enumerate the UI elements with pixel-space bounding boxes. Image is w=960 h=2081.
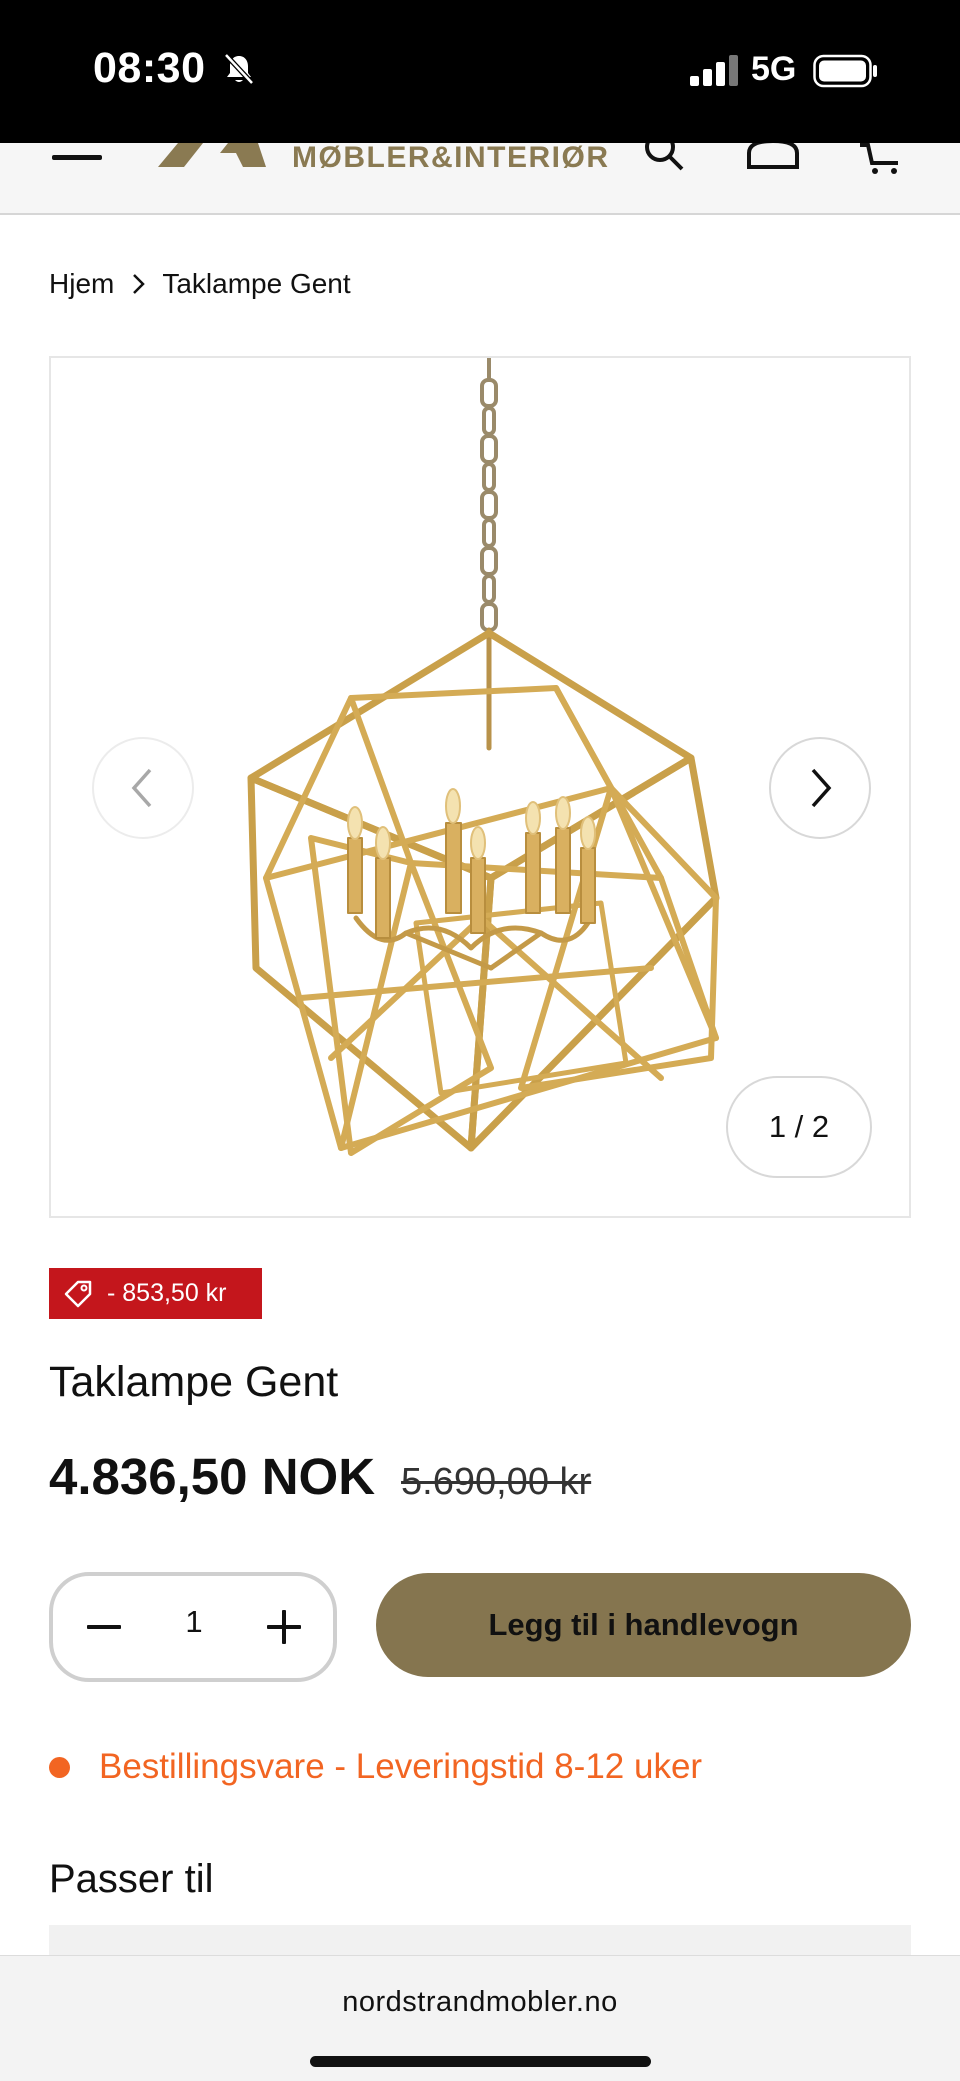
price-tag-icon	[64, 1280, 92, 1307]
breadcrumb-current: Taklampe Gent	[162, 268, 351, 299]
discount-amount: - 853,50 kr	[107, 1279, 227, 1307]
logo-icon[interactable]	[158, 143, 268, 173]
gallery-prev-button[interactable]	[92, 737, 194, 839]
add-to-cart-button[interactable]: Legg til i handlevogn	[376, 1573, 911, 1677]
sale-price: 4.836,50 NOK	[49, 1448, 376, 1505]
compare-price: 5.690,00 kr	[401, 1461, 592, 1503]
signal-icon	[690, 55, 738, 86]
quantity-stepper[interactable]: 1	[49, 1572, 337, 1682]
status-time: 08:30	[93, 44, 206, 92]
quantity-value[interactable]: 1	[169, 1604, 219, 1640]
bell-muted-icon	[224, 53, 254, 85]
brand-name[interactable]: MØBLER&INTERIØR	[292, 143, 610, 175]
price-row: 4.836,50 NOK 5.690,00 kr	[49, 1447, 591, 1506]
plus-icon[interactable]	[259, 1602, 309, 1652]
fits-with-heading: Passer til	[49, 1857, 214, 1901]
account-icon[interactable]	[745, 143, 801, 169]
site-header: MØBLER&INTERIØR	[0, 143, 960, 215]
breadcrumb-home[interactable]: Hjem	[49, 268, 114, 300]
cart-icon[interactable]	[858, 143, 904, 175]
fits-with-panel	[49, 1925, 911, 1955]
stock-status: Bestillingsvare - Leveringstid 8-12 uker	[49, 1747, 702, 1787]
search-icon[interactable]	[640, 143, 692, 171]
gallery-next-button[interactable]	[769, 737, 871, 839]
discount-badge: - 853,50 kr	[49, 1268, 262, 1319]
status-bar: 08:30 5G	[0, 0, 960, 143]
stock-status-text: Bestillingsvare - Leveringstid 8-12 uker	[99, 1747, 703, 1786]
network-label: 5G	[751, 50, 797, 88]
battery-icon	[813, 54, 877, 88]
product-gallery[interactable]: 1 / 2	[49, 356, 911, 1218]
browser-address-bar[interactable]: nordstrandmobler.no	[0, 1955, 960, 2081]
url-text[interactable]: nordstrandmobler.no	[0, 1986, 960, 2019]
home-indicator[interactable]	[310, 2056, 651, 2067]
minus-icon[interactable]	[79, 1602, 129, 1652]
breadcrumb: Hjem Taklampe Gent	[49, 268, 351, 300]
product-title: Taklampe Gent	[49, 1358, 339, 1406]
menu-icon[interactable]	[50, 143, 104, 173]
gallery-counter: 1 / 2	[726, 1076, 872, 1178]
chevron-left-icon	[131, 768, 152, 808]
chevron-right-icon	[133, 274, 146, 294]
status-dot-icon	[49, 1756, 70, 1778]
chevron-right-icon	[811, 768, 832, 808]
